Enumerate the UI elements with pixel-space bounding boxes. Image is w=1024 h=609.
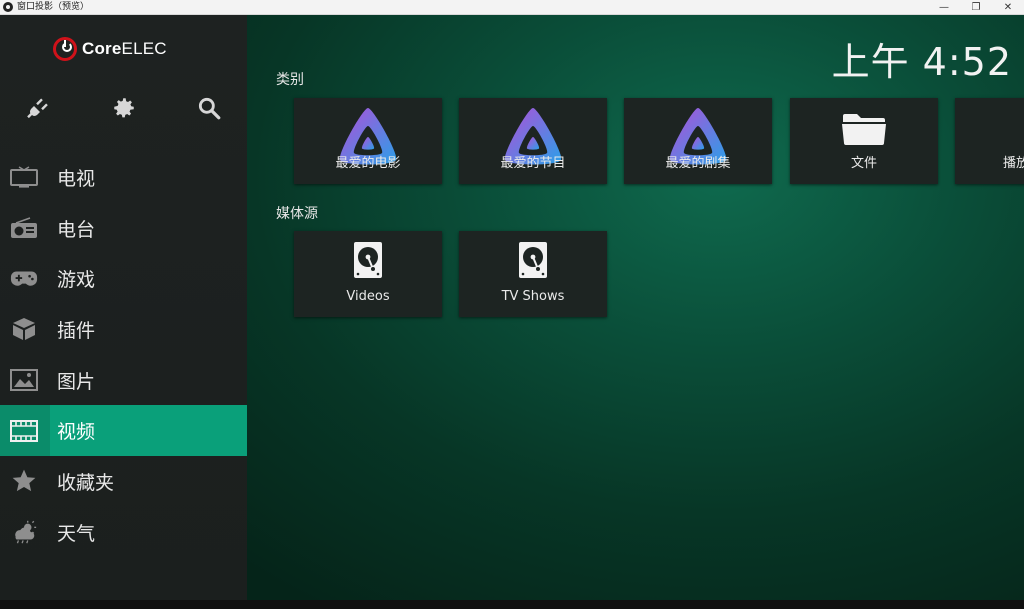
menu-item-tv[interactable]: 电视: [0, 152, 247, 203]
search-icon[interactable]: [194, 93, 224, 123]
tile-label: Videos: [346, 289, 390, 304]
tile-label: 播放: [1003, 156, 1024, 171]
tile-label: 最爱的节目: [500, 156, 566, 171]
section-title-categories: 类别: [276, 72, 304, 88]
menu-item-pictures[interactable]: 图片: [0, 355, 247, 406]
tile-favourite-episodes[interactable]: 最爱的剧集: [624, 98, 772, 184]
menu-item-weather[interactable]: 天气: [0, 507, 247, 558]
menu-label: 电视: [57, 167, 96, 190]
tile-label: 最爱的电影: [335, 156, 401, 171]
star-icon: [10, 469, 38, 493]
window-bottom-edge: [0, 600, 1024, 609]
menu-label: 视频: [57, 421, 96, 444]
gamepad-icon: [10, 267, 38, 291]
window-titlebar: 窗口投影（预览） — ❐ ✕: [0, 0, 1024, 15]
minimize-button[interactable]: —: [928, 0, 960, 15]
tv-icon: [10, 165, 38, 189]
menu-item-addons[interactable]: 插件: [0, 304, 247, 355]
maximize-button[interactable]: ❐: [960, 0, 992, 15]
section-title-sources: 媒体源: [276, 206, 318, 222]
weather-icon: [10, 520, 38, 544]
power-logo-icon: [53, 37, 77, 61]
menu-label: 游戏: [57, 269, 96, 292]
picture-icon: [10, 368, 38, 392]
addon-box-icon: [10, 317, 38, 341]
tile-favourite-movies[interactable]: 最爱的电影: [294, 98, 442, 184]
tile-label: 文件: [850, 156, 877, 171]
brand-name-bold: Core: [82, 39, 122, 58]
sidebar-toolbar: [0, 93, 247, 125]
menu-item-favourites[interactable]: 收藏夹: [0, 456, 247, 507]
tile-playlist[interactable]: 播放: [955, 98, 1024, 184]
main-menu: 电视 电台 游戏 插件 图片 视频 收藏夹 天气: [0, 152, 247, 558]
menu-item-radio[interactable]: 电台: [0, 203, 247, 254]
menu-label: 插件: [57, 319, 96, 342]
radio-icon: [10, 216, 38, 240]
corelec-logo: CoreELEC: [53, 37, 167, 61]
sidebar: CoreELEC 电视 电台 游戏 插件 图片 视频 收藏夹 天气: [0, 15, 247, 600]
close-button[interactable]: ✕: [992, 0, 1024, 15]
hard-drive-icon: [353, 241, 383, 283]
brand-name-rest: ELEC: [121, 39, 167, 58]
tile-source-tv-shows[interactable]: TV Shows: [459, 231, 607, 317]
menu-item-games[interactable]: 游戏: [0, 253, 247, 304]
hard-drive-icon: [518, 241, 548, 283]
menu-label: 电台: [57, 218, 96, 241]
tile-label: 最爱的剧集: [665, 156, 731, 171]
window-title: 窗口投影（预览）: [17, 1, 90, 12]
tile-files[interactable]: 文件: [790, 98, 938, 184]
menu-label: 图片: [57, 370, 96, 393]
gear-icon[interactable]: [109, 93, 139, 123]
menu-item-videos[interactable]: 视频: [0, 405, 247, 457]
power-plug-icon[interactable]: [23, 93, 53, 123]
kodi-home: CoreELEC 电视 电台 游戏 插件 图片 视频 收藏夹 天气 上午 4:5…: [0, 15, 1024, 600]
tile-source-videos[interactable]: Videos: [294, 231, 442, 317]
film-icon: [10, 419, 38, 443]
tile-label: TV Shows: [501, 289, 565, 304]
tile-favourite-shows[interactable]: 最爱的节目: [459, 98, 607, 184]
menu-label: 收藏夹: [57, 471, 115, 494]
window-controls: — ❐ ✕: [928, 0, 1024, 15]
app-icon: [3, 2, 13, 12]
folder-icon: [841, 112, 887, 150]
clock: 上午 4:52: [831, 40, 1012, 84]
menu-label: 天气: [57, 522, 96, 545]
